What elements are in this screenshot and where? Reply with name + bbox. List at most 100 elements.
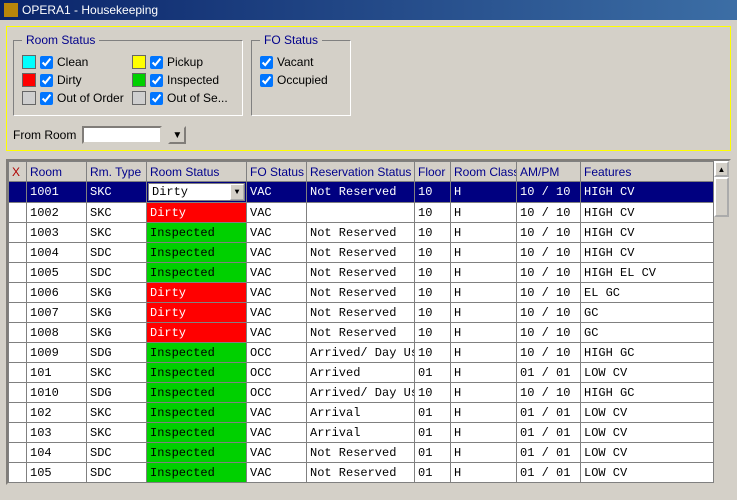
col-floor[interactable]: Floor xyxy=(415,162,451,182)
cell-features[interactable]: LOW CV xyxy=(581,443,729,463)
cell-reservation[interactable]: Arrived/ Day Use/ xyxy=(307,383,415,403)
cell-features[interactable]: LOW CV xyxy=(581,403,729,423)
cell-room-class[interactable]: H xyxy=(451,383,517,403)
cell-room-class[interactable]: H xyxy=(451,443,517,463)
cell-reservation[interactable]: Arrived xyxy=(307,363,415,383)
cell-room[interactable]: 1003 xyxy=(27,223,87,243)
room-status-checkbox[interactable] xyxy=(150,74,163,87)
table-row[interactable]: 1001SKCDirty▼VACNot Reserved10H10 / 10HI… xyxy=(9,182,729,203)
cell-room-status[interactable]: Dirty xyxy=(147,203,247,223)
cell-am-pm[interactable]: 01 / 01 xyxy=(517,423,581,443)
cell-reservation[interactable]: Not Reserved xyxy=(307,443,415,463)
table-row[interactable]: 1006SKGDirtyVACNot Reserved10H10 / 10EL … xyxy=(9,283,729,303)
cell-room-status[interactable]: Inspected xyxy=(147,423,247,443)
col-am-pm[interactable]: AM/PM xyxy=(517,162,581,182)
cell-features[interactable]: HIGH EL CV xyxy=(581,263,729,283)
cell-features[interactable]: HIGH GC xyxy=(581,343,729,363)
room-status-checkbox[interactable] xyxy=(150,56,163,69)
cell-x[interactable] xyxy=(9,403,27,423)
col-features[interactable]: Features xyxy=(581,162,729,182)
cell-room[interactable]: 104 xyxy=(27,443,87,463)
cell-room-class[interactable]: H xyxy=(451,263,517,283)
cell-rm-type[interactable]: SKC xyxy=(87,223,147,243)
cell-reservation[interactable]: Not Reserved xyxy=(307,243,415,263)
cell-reservation[interactable]: Arrived/ Day Use/ xyxy=(307,343,415,363)
cell-rm-type[interactable]: SKC xyxy=(87,182,147,203)
cell-reservation[interactable]: Not Reserved xyxy=(307,263,415,283)
cell-x[interactable] xyxy=(9,203,27,223)
cell-floor[interactable]: 10 xyxy=(415,182,451,203)
cell-room[interactable]: 1008 xyxy=(27,323,87,343)
scroll-up-button[interactable]: ▲ xyxy=(714,161,729,177)
cell-x[interactable] xyxy=(9,383,27,403)
room-status-checkbox[interactable] xyxy=(150,92,163,105)
fo-status-checkbox[interactable] xyxy=(260,74,273,87)
cell-room-class[interactable]: H xyxy=(451,303,517,323)
cell-am-pm[interactable]: 01 / 01 xyxy=(517,363,581,383)
cell-floor[interactable]: 01 xyxy=(415,363,451,383)
cell-reservation[interactable]: Not Reserved xyxy=(307,463,415,483)
cell-fo[interactable]: VAC xyxy=(247,423,307,443)
cell-reservation[interactable]: Arrival xyxy=(307,423,415,443)
cell-rm-type[interactable]: SKC xyxy=(87,423,147,443)
cell-room-status[interactable]: Inspected xyxy=(147,223,247,243)
table-row[interactable]: 101SKCInspectedOCCArrived01H01 / 01LOW C… xyxy=(9,363,729,383)
cell-floor[interactable]: 10 xyxy=(415,223,451,243)
table-row[interactable]: 1004SDCInspectedVACNot Reserved10H10 / 1… xyxy=(9,243,729,263)
cell-x[interactable] xyxy=(9,263,27,283)
cell-room[interactable]: 1002 xyxy=(27,203,87,223)
cell-am-pm[interactable]: 10 / 10 xyxy=(517,243,581,263)
cell-am-pm[interactable]: 01 / 01 xyxy=(517,403,581,423)
cell-x[interactable] xyxy=(9,323,27,343)
cell-room[interactable]: 101 xyxy=(27,363,87,383)
cell-fo[interactable]: VAC xyxy=(247,443,307,463)
cell-fo[interactable]: VAC xyxy=(247,403,307,423)
col-room[interactable]: Room xyxy=(27,162,87,182)
cell-room-class[interactable]: H xyxy=(451,423,517,443)
cell-room-status[interactable]: Inspected xyxy=(147,383,247,403)
cell-rm-type[interactable]: SKC xyxy=(87,363,147,383)
cell-x[interactable] xyxy=(9,223,27,243)
vertical-scrollbar[interactable]: ▲ xyxy=(713,161,729,483)
table-row[interactable]: 104SDCInspectedVACNot Reserved01H01 / 01… xyxy=(9,443,729,463)
col-room-status[interactable]: Room Status xyxy=(147,162,247,182)
chevron-down-icon[interactable]: ▼ xyxy=(230,184,244,200)
cell-fo[interactable]: VAC xyxy=(247,463,307,483)
cell-x[interactable] xyxy=(9,283,27,303)
cell-room[interactable]: 1009 xyxy=(27,343,87,363)
cell-room-status[interactable]: Inspected xyxy=(147,443,247,463)
table-row[interactable]: 1003SKCInspectedVACNot Reserved10H10 / 1… xyxy=(9,223,729,243)
cell-floor[interactable]: 01 xyxy=(415,403,451,423)
cell-floor[interactable]: 01 xyxy=(415,443,451,463)
cell-room[interactable]: 1006 xyxy=(27,283,87,303)
cell-am-pm[interactable]: 10 / 10 xyxy=(517,263,581,283)
cell-x[interactable] xyxy=(9,182,27,203)
cell-floor[interactable]: 10 xyxy=(415,243,451,263)
cell-fo[interactable]: VAC xyxy=(247,323,307,343)
table-row[interactable]: 1002SKCDirtyVAC10H10 / 10HIGH CV xyxy=(9,203,729,223)
cell-fo[interactable]: VAC xyxy=(247,223,307,243)
table-row[interactable]: 102SKCInspectedVACArrival01H01 / 01LOW C… xyxy=(9,403,729,423)
cell-room-status[interactable]: Inspected xyxy=(147,403,247,423)
cell-fo[interactable]: OCC xyxy=(247,383,307,403)
cell-am-pm[interactable]: 10 / 10 xyxy=(517,303,581,323)
cell-features[interactable]: HIGH CV xyxy=(581,203,729,223)
cell-fo[interactable]: VAC xyxy=(247,182,307,203)
cell-reservation[interactable]: Not Reserved xyxy=(307,303,415,323)
cell-rm-type[interactable]: SDC xyxy=(87,243,147,263)
cell-floor[interactable]: 10 xyxy=(415,303,451,323)
table-row[interactable]: 1010SDGInspectedOCCArrived/ Day Use/10H1… xyxy=(9,383,729,403)
cell-room-status[interactable]: Dirty xyxy=(147,323,247,343)
cell-features[interactable]: LOW CV xyxy=(581,423,729,443)
cell-room-status[interactable]: Inspected xyxy=(147,263,247,283)
cell-x[interactable] xyxy=(9,443,27,463)
col-room-class[interactable]: Room Class xyxy=(451,162,517,182)
cell-room-class[interactable]: H xyxy=(451,403,517,423)
cell-room-status[interactable]: Inspected xyxy=(147,363,247,383)
cell-fo[interactable]: OCC xyxy=(247,363,307,383)
cell-room-status[interactable]: Dirty▼ xyxy=(147,182,247,203)
cell-room[interactable]: 1010 xyxy=(27,383,87,403)
cell-room-status[interactable]: Dirty xyxy=(147,283,247,303)
cell-am-pm[interactable]: 10 / 10 xyxy=(517,203,581,223)
cell-am-pm[interactable]: 10 / 10 xyxy=(517,343,581,363)
